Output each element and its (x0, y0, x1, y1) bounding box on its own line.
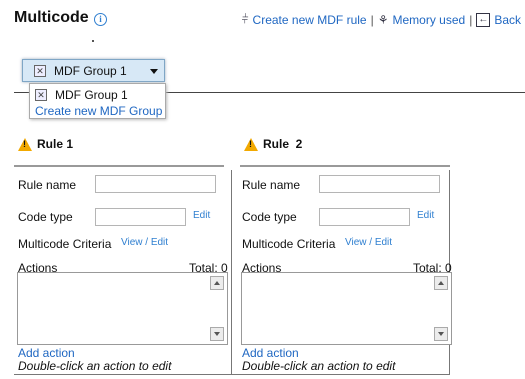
rule-1-code-type-input[interactable] (95, 208, 186, 226)
rule-2-add-action-link[interactable]: Add action (242, 346, 299, 360)
back-link[interactable]: Back (494, 13, 521, 27)
mdf-group-dropdown[interactable]: ✕ MDF Group 1 (22, 59, 165, 82)
warning-icon: ! (18, 137, 32, 151)
arrow-down-icon (438, 332, 444, 336)
panel-bottom-line (14, 374, 450, 375)
rule-2-code-type-edit-link[interactable]: Edit (417, 210, 434, 221)
info-icon[interactable]: i (94, 13, 107, 26)
scrollbar[interactable] (434, 276, 448, 341)
separator: | (469, 12, 473, 27)
rule-2-name-label: Rule name (242, 178, 301, 192)
filter-plus-icon[interactable]: ⫩ (242, 12, 249, 27)
rule-2-name-input[interactable] (319, 175, 440, 193)
dropdown-menu: ✕ MDF Group 1 Create new MDF Group (29, 83, 166, 119)
rule-1-divider (14, 165, 224, 167)
memory-chip-icon[interactable]: ⚘ (378, 13, 389, 27)
decorative-dot (92, 40, 94, 42)
rule-1-title: Rule 1 (37, 137, 74, 151)
scrollbar[interactable] (210, 276, 224, 341)
rule-1-name-label: Rule name (18, 178, 77, 192)
dropdown-option-mdf-group-1[interactable]: ✕ MDF Group 1 (35, 88, 128, 102)
separator: | (370, 12, 374, 27)
rule-1-actions-list[interactable] (17, 272, 228, 345)
rule-2-header: ! Rule 2 (244, 137, 302, 151)
rule-2-criteria-view-edit-link[interactable]: View / Edit (345, 237, 392, 248)
page-title: Multicode (14, 9, 89, 26)
arrow-down-icon (214, 332, 220, 336)
rule-1-hint-text: Double-click an action to edit (18, 359, 172, 373)
close-box-icon: ✕ (34, 64, 46, 77)
scroll-down-button[interactable] (210, 327, 224, 341)
scroll-down-button[interactable] (434, 327, 448, 341)
rule-2-code-type-label: Code type (242, 210, 297, 224)
dropdown-selected-value: MDF Group 1 (54, 63, 127, 78)
warning-icon: ! (244, 137, 258, 151)
rule-2-divider (240, 165, 450, 167)
rule-1-name-input[interactable] (95, 175, 216, 193)
scroll-up-button[interactable] (434, 276, 448, 290)
rule-2-criteria-label: Multicode Criteria (242, 237, 336, 251)
memory-used-link[interactable]: Memory used (392, 13, 465, 27)
rule-1-code-type-label: Code type (18, 210, 73, 224)
panel-divider (231, 170, 232, 375)
scroll-up-button[interactable] (210, 276, 224, 290)
rule-1-criteria-view-edit-link[interactable]: View / Edit (121, 237, 168, 248)
rule-2-title: Rule 2 (263, 137, 303, 151)
create-mdf-rule-link[interactable]: Create new MDF rule (253, 13, 367, 27)
rule-2-code-type-input[interactable] (319, 208, 410, 226)
rule-1-code-type-edit-link[interactable]: Edit (193, 210, 210, 221)
rule-1-header: ! Rule 1 (18, 137, 73, 151)
create-mdf-group-link[interactable]: Create new MDF Group (35, 104, 162, 118)
close-box-icon: ✕ (35, 89, 47, 101)
dropdown-option-label: MDF Group 1 (55, 88, 128, 102)
rule-1-criteria-label: Multicode Criteria (18, 237, 112, 251)
arrow-up-icon (214, 281, 220, 285)
back-arrow-icon[interactable]: ← (476, 12, 491, 27)
rule-2-actions-list[interactable] (241, 272, 452, 345)
header-links: ⫩ Create new MDF rule | ⚘ Memory used | … (242, 12, 521, 27)
chevron-down-icon (150, 69, 158, 74)
rule-1-add-action-link[interactable]: Add action (18, 346, 75, 360)
rule-2-hint-text: Double-click an action to edit (242, 359, 396, 373)
arrow-up-icon (438, 281, 444, 285)
